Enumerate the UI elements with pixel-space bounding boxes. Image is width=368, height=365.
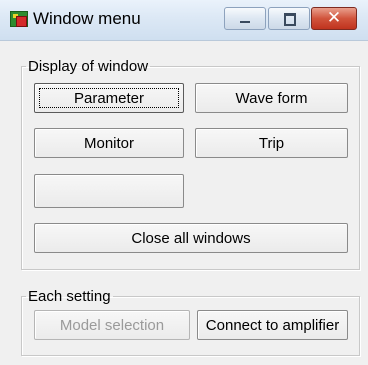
focus-ring xyxy=(39,88,179,108)
trip-button-label: Trip xyxy=(258,134,285,152)
window-menu-dialog: Window menu ✕ Display of window Paramete… xyxy=(0,0,368,365)
title-bar[interactable]: Window menu ✕ xyxy=(0,0,368,41)
minimize-button[interactable] xyxy=(224,7,266,30)
monitor-button[interactable]: Monitor xyxy=(34,128,184,158)
connect-to-amplifier-button-label: Connect to amplifier xyxy=(205,316,340,334)
blank-button[interactable] xyxy=(34,174,184,208)
maximize-button[interactable] xyxy=(268,7,310,30)
app-icon-red-part xyxy=(16,16,27,27)
close-icon: ✕ xyxy=(326,8,342,28)
model-selection-button[interactable]: Model selection xyxy=(34,310,190,340)
display-of-window-legend: Display of window xyxy=(28,58,149,75)
model-selection-button-label: Model selection xyxy=(59,316,165,334)
monitor-button-label: Monitor xyxy=(83,134,135,152)
trip-button[interactable]: Trip xyxy=(195,128,348,158)
close-all-windows-button-label: Close all windows xyxy=(131,229,251,247)
minimize-icon xyxy=(240,21,250,23)
connect-to-amplifier-button[interactable]: Connect to amplifier xyxy=(197,310,348,340)
wave-form-button[interactable]: Wave form xyxy=(195,83,348,113)
wave-form-button-label: Wave form xyxy=(235,89,308,107)
maximize-icon xyxy=(284,13,296,26)
parameter-button[interactable]: Parameter xyxy=(34,83,184,113)
close-all-windows-button[interactable]: Close all windows xyxy=(34,223,348,253)
window-title: Window menu xyxy=(33,9,141,28)
each-setting-legend: Each setting xyxy=(28,288,111,305)
app-icon xyxy=(10,11,28,27)
close-button[interactable]: ✕ xyxy=(311,7,357,30)
